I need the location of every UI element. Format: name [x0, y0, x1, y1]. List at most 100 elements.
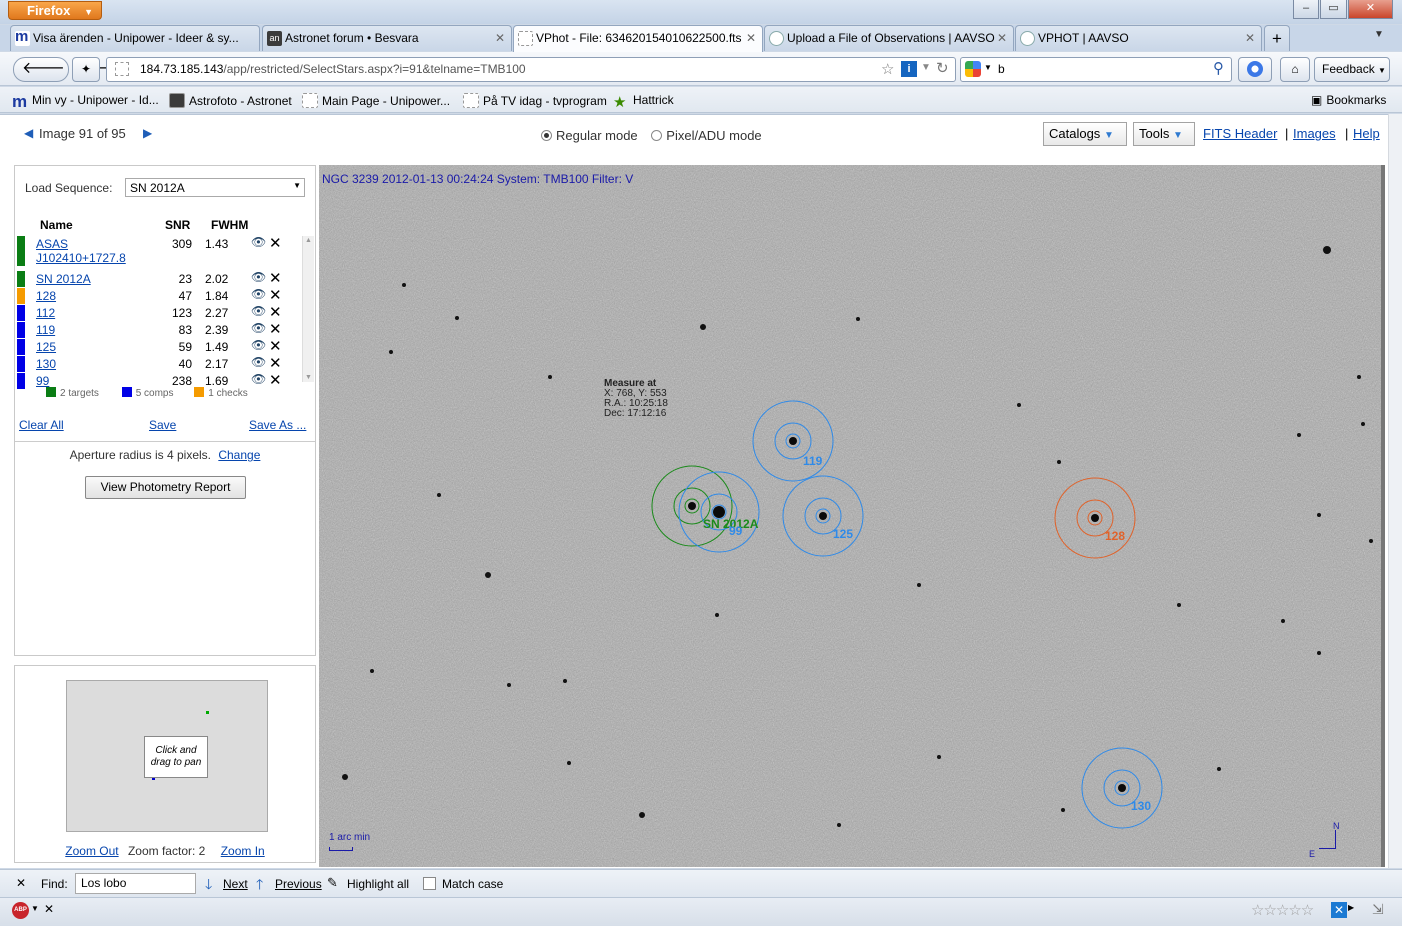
binoculars-icon[interactable]: 👁: [251, 321, 266, 335]
star-name-link[interactable]: 125: [36, 340, 56, 354]
star-name-link[interactable]: ASAS J102410+1727.8: [36, 237, 136, 265]
previous-image-arrow-icon[interactable]: ◀: [24, 126, 33, 140]
home-button[interactable]: ⌂: [1280, 57, 1310, 82]
images-link[interactable]: Images: [1293, 126, 1336, 141]
zoom-out-link[interactable]: Zoom Out: [65, 844, 118, 858]
highlight-all-button[interactable]: Highlight all: [347, 877, 409, 891]
find-input[interactable]: Los lobo: [75, 873, 196, 894]
close-tab-icon[interactable]: ✕: [746, 26, 756, 51]
binoculars-icon[interactable]: 👁: [251, 235, 266, 249]
scroll-down-icon[interactable]: ▼: [305, 374, 312, 381]
close-tab-icon[interactable]: ✕: [997, 26, 1007, 51]
help-link[interactable]: Help: [1353, 126, 1380, 141]
tab-aavso-upload[interactable]: Upload a File of Observations | AAVSO ✕: [764, 25, 1014, 51]
catalogs-button[interactable]: Catalogs ▼: [1043, 122, 1127, 146]
binoculars-icon[interactable]: 👁: [251, 287, 266, 301]
scroll-up-icon[interactable]: ▲: [305, 237, 312, 244]
close-addon-bar-icon[interactable]: ✕: [44, 902, 54, 916]
chevron-right-icon[interactable]: ▶: [1348, 903, 1354, 912]
list-all-tabs-icon[interactable]: ▼: [1374, 29, 1384, 40]
addon-toolbar-button[interactable]: ✦: [72, 57, 100, 82]
bookmark-min-vy[interactable]: m Min vy - Unipower - Id...: [12, 93, 159, 112]
site-identity-icon[interactable]: [115, 62, 129, 76]
remove-star-icon[interactable]: ✕: [269, 371, 282, 389]
feedback-button[interactable]: Feedback ▼: [1314, 57, 1390, 82]
save-link[interactable]: Save: [149, 418, 176, 432]
save-as-link[interactable]: Save As ...: [249, 418, 306, 432]
star-name-link[interactable]: 99: [36, 374, 49, 388]
resize-grip-icon[interactable]: ⇲: [1372, 901, 1384, 918]
binoculars-icon[interactable]: 👁: [251, 338, 266, 352]
close-window-button[interactable]: ✕: [1348, 0, 1393, 19]
binoculars-icon[interactable]: 👁: [251, 304, 266, 318]
sequence-select[interactable]: SN 2012A ▼: [125, 178, 305, 197]
next-image-arrow-icon[interactable]: ▶: [143, 126, 152, 140]
match-case-checkbox[interactable]: [423, 877, 436, 890]
close-tab-icon[interactable]: ✕: [1245, 26, 1255, 51]
remove-star-icon[interactable]: ✕: [269, 303, 282, 321]
remove-star-icon[interactable]: ✕: [269, 269, 282, 287]
tab-astronet[interactable]: an Astronet forum • Besvara ✕: [262, 25, 512, 51]
change-aperture-link[interactable]: Change: [218, 448, 260, 462]
dropdown-arrow-icon[interactable]: ▼: [921, 62, 931, 73]
tab-vphot-aavso[interactable]: VPHOT | AAVSO ✕: [1015, 25, 1262, 51]
bookmark-tv-idag[interactable]: På TV idag - tvprogram: [463, 93, 607, 108]
search-engine-icon[interactable]: [965, 61, 981, 77]
bookmark-astrofoto[interactable]: Astrofoto - Astronet: [169, 93, 292, 108]
tab-unipower[interactable]: m Visa ärenden - Unipower - Ideer & sy..…: [10, 25, 260, 51]
find-next-button[interactable]: Next: [223, 877, 248, 891]
maximize-button[interactable]: ▭: [1320, 0, 1347, 19]
star-name-link[interactable]: 128: [36, 289, 56, 303]
view-photometry-report-button[interactable]: View Photometry Report: [85, 476, 246, 499]
mode-regular-radio[interactable]: Regular mode: [541, 128, 638, 143]
binoculars-icon[interactable]: 👁: [251, 270, 266, 284]
page-scrollbar[interactable]: [1388, 114, 1402, 868]
fits-image-viewer[interactable]: NGC 3239 2012-01-13 00:24:24 System: TMB…: [319, 165, 1385, 867]
binoculars-icon[interactable]: 👁: [251, 355, 266, 369]
binoculars-icon[interactable]: 👁: [251, 372, 266, 386]
star-name-link[interactable]: SN 2012A: [36, 272, 91, 286]
clear-all-link[interactable]: Clear All: [19, 418, 64, 432]
star-name-link[interactable]: 130: [36, 357, 56, 371]
firefox-menu-button[interactable]: Firefox ▼: [8, 1, 102, 20]
bookmark-star-icon[interactable]: ☆: [881, 60, 894, 78]
pan-viewport[interactable]: Click and drag to pan: [144, 736, 208, 778]
new-tab-button[interactable]: +: [1264, 25, 1290, 51]
star-name-link[interactable]: 112: [36, 306, 55, 320]
remove-star-icon[interactable]: ✕: [269, 337, 282, 355]
tools-button[interactable]: Tools ▼: [1133, 122, 1195, 146]
back-forward-buttons[interactable]: 🡐🡒: [13, 57, 114, 82]
remove-star-icon[interactable]: ✕: [269, 234, 282, 252]
close-findbar-icon[interactable]: ✕: [16, 876, 26, 890]
reload-icon[interactable]: ↻: [936, 59, 949, 77]
rating-stars-icon[interactable]: ☆☆☆☆☆: [1251, 901, 1314, 919]
dropdown-arrow-icon[interactable]: ▼: [984, 63, 992, 72]
remove-star-icon[interactable]: ✕: [269, 286, 282, 304]
url-text[interactable]: 184.73.185.143/app/restricted/SelectStar…: [140, 62, 526, 76]
close-tab-icon[interactable]: ✕: [495, 26, 505, 51]
addon-x-icon[interactable]: ✕: [1331, 902, 1347, 918]
mode-pixel-radio[interactable]: Pixel/ADU mode: [651, 128, 762, 143]
google-toolbar-button[interactable]: [1238, 57, 1272, 82]
bookmark-hattrick[interactable]: ★ Hattrick: [613, 93, 674, 111]
star-field-svg[interactable]: [319, 165, 1385, 867]
star-name-link[interactable]: 119: [36, 323, 55, 337]
bookmarks-menu[interactable]: ▣ Bookmarks: [1311, 93, 1386, 107]
find-previous-button[interactable]: Previous: [275, 877, 322, 891]
chevron-down-icon[interactable]: ▼: [31, 904, 39, 913]
star-list-scrollbar[interactable]: ▲ ▼: [302, 236, 314, 382]
bookmark-main-page[interactable]: Main Page - Unipower...: [302, 93, 450, 108]
back-arrow-icon[interactable]: 🡐: [22, 60, 71, 77]
remove-star-icon[interactable]: ✕: [269, 320, 282, 338]
fits-header-link[interactable]: FITS Header: [1203, 126, 1277, 141]
remove-star-icon[interactable]: ✕: [269, 354, 282, 372]
url-bar[interactable]: 184.73.185.143/app/restricted/SelectStar…: [106, 57, 956, 82]
arrow-up-icon[interactable]: 🡑: [256, 874, 263, 898]
search-box[interactable]: ▼ b ⚲: [960, 57, 1232, 82]
info-icon[interactable]: i: [901, 61, 917, 77]
search-icon[interactable]: ⚲: [1213, 59, 1224, 77]
arrow-down-icon[interactable]: 🡓: [205, 874, 212, 898]
overview-map[interactable]: Click and drag to pan: [66, 680, 268, 832]
search-input[interactable]: b: [998, 62, 1005, 76]
tab-vphot-file[interactable]: VPhot - File: 634620154010622500.fts ✕: [513, 25, 763, 52]
